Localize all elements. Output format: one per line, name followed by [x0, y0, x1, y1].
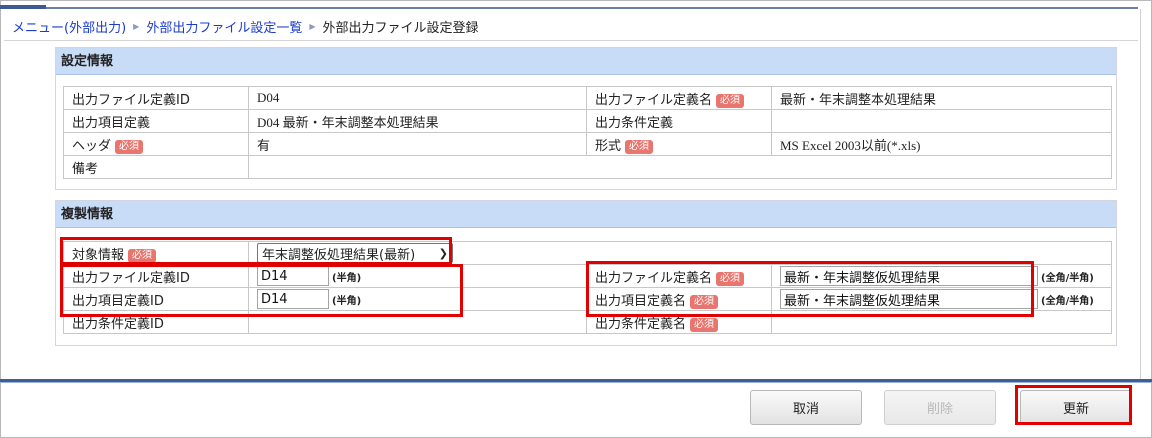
copy-label: 出力条件定義名 必須 — [586, 310, 772, 334]
file-def-name-input[interactable] — [780, 266, 1038, 286]
copy-value: (全角/半角) — [771, 287, 1112, 311]
copy-section: 複製情報 対象情報必須 年末調整仮処理結果(最新) ❯ 出力ファイル定義ID (半… — [55, 200, 1117, 346]
settings-section: 設定情報 出力ファイル定義ID D04 出力ファイル定義名 必須 最新・年末調整本… — [55, 47, 1117, 190]
copy-section-title: 複製情報 — [56, 201, 1116, 228]
target-info-selected: 年末調整仮処理結果(最新) — [262, 247, 416, 263]
settings-label: 備考 — [63, 155, 249, 179]
copy-label: 出力項目定義ID — [63, 287, 249, 311]
copy-label: 対象情報 必須 — [63, 241, 249, 265]
chevron-down-icon: ❯ — [438, 246, 448, 260]
copy-value: (半角) — [248, 264, 587, 288]
settings-value: D04 最新・年末調整本処理結果 — [248, 109, 587, 133]
settings-value — [771, 109, 1112, 133]
required-badge: 必須 — [690, 317, 719, 332]
table-row: 出力項目定義ID (半角) 出力項目定義名必須 (全角/半角) — [63, 287, 1112, 311]
settings-label: 出力条件定義 — [586, 109, 772, 133]
breadcrumb-separator-icon: ▶ — [309, 21, 316, 31]
update-button[interactable]: 更新 — [1020, 390, 1132, 425]
copy-label: 出力ファイル定義ID — [63, 264, 249, 288]
settings-value: 有 — [248, 132, 587, 156]
required-badge: 必須 — [716, 271, 745, 286]
breadcrumb-list-link[interactable]: 外部出力ファイル設定一覧 — [146, 17, 302, 36]
full-half-width-hint: (全角/半角) — [1041, 295, 1094, 307]
top-rule — [0, 7, 1138, 9]
full-half-width-hint: (全角/半角) — [1041, 272, 1094, 284]
required-badge: 必須 — [716, 93, 745, 108]
required-badge: 必須 — [128, 248, 157, 263]
settings-label: ヘッダ 必須 — [63, 132, 249, 156]
copy-label: 出力項目定義名 必須 — [586, 287, 772, 311]
copy-value: (半角) — [248, 287, 587, 311]
table-row: ヘッダ 必須 有 形式 必須 MS Excel 2003以前(*.xls) — [63, 132, 1112, 156]
settings-value: D04 — [248, 86, 587, 110]
footer-rule-shadow — [0, 382, 1152, 383]
table-row: 出力ファイル定義ID D04 出力ファイル定義名 必須 最新・年末調整本処理結果 — [63, 86, 1112, 110]
copy-value — [771, 310, 1112, 334]
target-info-select[interactable]: 年末調整仮処理結果(最新) ❯ — [257, 243, 453, 263]
breadcrumb-separator-icon: ▶ — [133, 21, 140, 31]
copy-value: (全角/半角) — [771, 264, 1112, 288]
breadcrumb-current: 外部出力ファイル設定登録 — [322, 20, 479, 36]
settings-table: 出力ファイル定義ID D04 出力ファイル定義名 必須 最新・年末調整本処理結果 … — [63, 86, 1112, 179]
breadcrumb: メニュー(外部出力) ▶ 外部出力ファイル設定一覧 ▶ 外部出力ファイル設定登録 — [12, 16, 479, 36]
top-rule-accent — [0, 5, 46, 9]
settings-value: MS Excel 2003以前(*.xls) — [771, 132, 1112, 156]
required-badge: 必須 — [115, 139, 144, 154]
settings-label: 出力項目定義 — [63, 109, 249, 133]
cancel-button[interactable]: 取消 — [750, 390, 862, 425]
copy-label: 出力ファイル定義名 必須 — [586, 264, 772, 288]
settings-value — [248, 155, 1112, 179]
file-def-id-input[interactable] — [257, 266, 329, 286]
settings-label: 形式 必須 — [586, 132, 772, 156]
half-width-hint: (半角) — [332, 295, 362, 307]
copy-label: 出力条件定義ID — [63, 310, 249, 334]
vertical-scrollbar[interactable] — [1140, 9, 1150, 379]
copy-table: 対象情報必須 年末調整仮処理結果(最新) ❯ 出力ファイル定義ID (半角) 出力… — [63, 241, 1112, 334]
table-row: 出力ファイル定義ID (半角) 出力ファイル定義名必須 (全角/半角) — [63, 264, 1112, 288]
settings-label: 出力ファイル定義ID — [63, 86, 249, 110]
settings-value: 最新・年末調整本処理結果 — [771, 86, 1112, 110]
copy-value — [248, 310, 587, 334]
breadcrumb-menu-link[interactable]: メニュー(外部出力) — [12, 17, 126, 36]
copy-value: 年末調整仮処理結果(最新) ❯ — [248, 241, 1112, 265]
required-badge: 必須 — [690, 294, 719, 309]
half-width-hint: (半角) — [332, 272, 362, 284]
settings-section-title: 設定情報 — [56, 48, 1116, 75]
settings-label: 出力ファイル定義名 必須 — [586, 86, 772, 110]
table-row: 出力条件定義ID 出力条件定義名 必須 — [63, 310, 1112, 334]
item-def-id-input[interactable] — [257, 289, 329, 309]
delete-button[interactable]: 削除 — [884, 390, 996, 425]
required-badge: 必須 — [625, 139, 654, 154]
item-def-name-input[interactable] — [780, 289, 1038, 309]
table-row: 備考 — [63, 155, 1112, 179]
table-row: 出力項目定義 D04 最新・年末調整本処理結果 出力条件定義 — [63, 109, 1112, 133]
table-row: 対象情報 必須 年末調整仮処理結果(最新) ❯ — [63, 241, 1112, 265]
breadcrumb-rule — [4, 40, 1138, 41]
